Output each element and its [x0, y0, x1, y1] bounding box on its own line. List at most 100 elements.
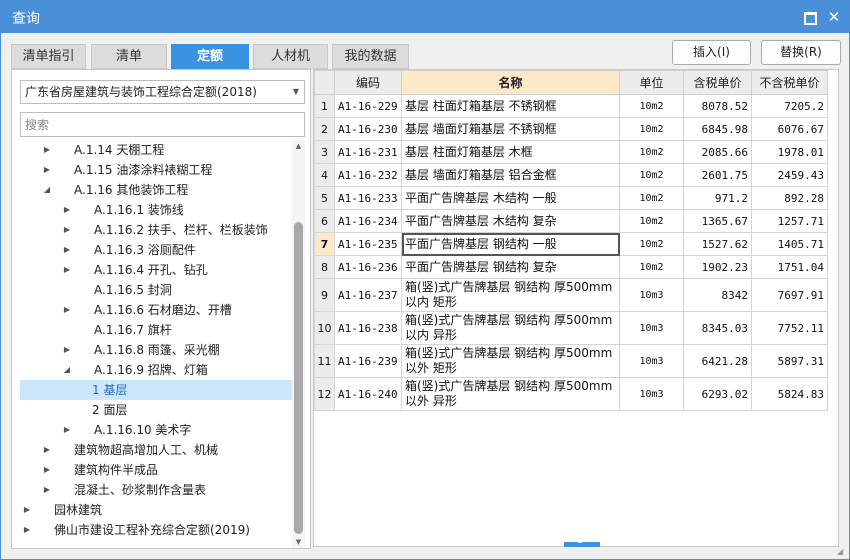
cell-notax-price[interactable]: 6076.67 — [751, 117, 828, 141]
collapsed-icon[interactable]: ▶ — [42, 480, 52, 500]
cell-name[interactable]: 平面广告牌基层 钢结构 复杂 — [401, 255, 620, 279]
tree-node[interactable]: ▶ A.1.15 油漆涂料裱糊工程 — [20, 160, 292, 180]
cell-tax-price[interactable]: 2601.75 — [683, 163, 752, 187]
tree-node[interactable]: ▶ A.1.14 天棚工程 — [20, 140, 292, 160]
tree-node[interactable]: ▶ 建筑构件半成品 — [20, 460, 292, 480]
replace-button[interactable]: 替换(R) — [761, 40, 841, 65]
cell-notax-price[interactable]: 5897.31 — [751, 344, 828, 378]
quota-library-select[interactable]: 广东省房屋建筑与装饰工程综合定额(2018) ▼ — [20, 80, 305, 104]
cell-name[interactable]: 基层 墙面灯箱基层 铝合金框 — [401, 163, 620, 187]
tab-bill-guide[interactable]: 清单指引 — [11, 44, 86, 69]
cell-unit[interactable]: 10m2 — [619, 94, 684, 118]
cell-unit[interactable]: 10m3 — [619, 344, 684, 378]
collapsed-icon[interactable]: ▶ — [62, 240, 72, 260]
collapsed-icon[interactable]: ▶ — [62, 220, 72, 240]
cell-notax-price[interactable]: 7697.91 — [751, 278, 828, 312]
table-row[interactable]: 2 A1-16-230 基层 墙面灯箱基层 不锈钢框 10m2 6845.98 6076.… — [314, 117, 828, 141]
tree-node[interactable]: ▶ 佛山市建设工程补充综合定额(2019) — [20, 520, 292, 540]
resize-grip-icon[interactable]: ◢ — [837, 547, 847, 557]
table-row[interactable]: 8 A1-16-236 平面广告牌基层 钢结构 复杂 10m2 1902.23 1751.… — [314, 255, 828, 279]
cell-notax-price[interactable]: 892.28 — [751, 186, 828, 210]
col-header-code[interactable]: 编码 — [334, 70, 402, 95]
cell-name[interactable]: 箱(竖)式广告牌基层 钢结构 厚500mm以内 异形 — [401, 311, 620, 345]
cell-unit[interactable]: 10m2 — [619, 186, 684, 210]
splitter-handle[interactable] — [564, 537, 600, 547]
collapsed-icon[interactable]: ▶ — [22, 500, 32, 520]
table-row[interactable]: 6 A1-16-234 平面广告牌基层 木结构 复杂 10m2 1365.67 1257.… — [314, 209, 828, 233]
cell-name[interactable]: 基层 柱面灯箱基层 木框 — [401, 140, 620, 164]
tab-quota[interactable]: 定额 — [171, 44, 249, 69]
cell-code[interactable]: A1-16-237 — [334, 278, 402, 312]
tree-node[interactable]: ▶ 建筑物超高增加人工、机械 — [20, 440, 292, 460]
cell-tax-price[interactable]: 8345.03 — [683, 311, 752, 345]
collapsed-icon[interactable]: ▶ — [62, 300, 72, 320]
table-row[interactable]: 4 A1-16-232 基层 墙面灯箱基层 铝合金框 10m2 2601.75 2459.… — [314, 163, 828, 187]
cell-tax-price[interactable]: 1902.23 — [683, 255, 752, 279]
collapsed-icon[interactable]: ▶ — [62, 420, 72, 440]
cell-name[interactable]: 平面广告牌基层 钢结构 一般 — [401, 232, 620, 256]
cell-unit[interactable]: 10m3 — [619, 278, 684, 312]
cell-name[interactable]: 平面广告牌基层 木结构 一般 — [401, 186, 620, 210]
tree-node[interactable]: ▶ A.1.16.1 装饰线 — [20, 200, 292, 220]
tree-node[interactable]: ▶ A.1.16.2 扶手、栏杆、栏板装饰 — [20, 220, 292, 240]
cell-tax-price[interactable]: 2085.66 — [683, 140, 752, 164]
col-header-tax-price[interactable]: 含税单价 — [683, 70, 752, 95]
cell-tax-price[interactable]: 8078.52 — [683, 94, 752, 118]
cell-notax-price[interactable]: 1751.04 — [751, 255, 828, 279]
table-row[interactable]: 5 A1-16-233 平面广告牌基层 木结构 一般 10m2 971.2 892.28 — [314, 186, 828, 210]
collapsed-icon[interactable]: ▶ — [42, 140, 52, 160]
row-index[interactable]: 9 — [314, 278, 335, 312]
collapsed-icon[interactable]: ▶ — [22, 520, 32, 540]
col-header-notax-price[interactable]: 不含税单价 — [751, 70, 828, 95]
table-row[interactable]: 12 A1-16-240 箱(竖)式广告牌基层 钢结构 厚500mm以外 异形 10m… — [314, 377, 828, 411]
cell-notax-price[interactable]: 1978.01 — [751, 140, 828, 164]
tree-node[interactable]: A.1.16.5 封洞 — [20, 280, 292, 300]
cell-tax-price[interactable]: 1527.62 — [683, 232, 752, 256]
chevron-down-icon[interactable]: ▼ — [293, 81, 299, 103]
cell-code[interactable]: A1-16-240 — [334, 377, 402, 411]
row-index[interactable]: 10 — [314, 311, 335, 345]
cell-code[interactable]: A1-16-231 — [334, 140, 402, 164]
collapsed-icon[interactable]: ▶ — [62, 340, 72, 360]
maximize-icon[interactable] — [801, 9, 817, 25]
tab-bill[interactable]: 清单 — [91, 44, 167, 69]
cell-name[interactable]: 箱(竖)式广告牌基层 钢结构 厚500mm以外 异形 — [401, 377, 620, 411]
cell-code[interactable]: A1-16-234 — [334, 209, 402, 233]
cell-unit[interactable]: 10m2 — [619, 232, 684, 256]
row-index[interactable]: 4 — [314, 163, 335, 187]
cell-code[interactable]: A1-16-230 — [334, 117, 402, 141]
cell-tax-price[interactable]: 971.2 — [683, 186, 752, 210]
row-index[interactable]: 11 — [314, 344, 335, 378]
tree-node[interactable]: ◢ A.1.16.9 招牌、灯箱 — [20, 360, 292, 380]
tree-node[interactable]: ▶ A.1.16.4 开孔、钻孔 — [20, 260, 292, 280]
cell-code[interactable]: A1-16-236 — [334, 255, 402, 279]
scroll-thumb[interactable] — [294, 222, 303, 534]
cell-name[interactable]: 箱(竖)式广告牌基层 钢结构 厚500mm以内 矩形 — [401, 278, 620, 312]
title-bar[interactable]: 查询 ✕ — [1, 1, 849, 33]
col-header-name[interactable]: 名称 — [401, 70, 620, 95]
insert-button[interactable]: 插入(I) — [672, 40, 751, 65]
row-index[interactable]: 5 — [314, 186, 335, 210]
cell-code[interactable]: A1-16-239 — [334, 344, 402, 378]
collapsed-icon[interactable]: ▶ — [42, 440, 52, 460]
collapsed-icon[interactable]: ▶ — [62, 260, 72, 280]
tree-node[interactable]: ▶ A.1.16.10 美术字 — [20, 420, 292, 440]
cell-tax-price[interactable]: 6845.98 — [683, 117, 752, 141]
cell-name[interactable]: 基层 墙面灯箱基层 不锈钢框 — [401, 117, 620, 141]
col-header-unit[interactable]: 单位 — [619, 70, 684, 95]
collapsed-icon[interactable]: ▶ — [42, 160, 52, 180]
cell-tax-price[interactable]: 6293.02 — [683, 377, 752, 411]
scroll-down-icon[interactable]: ▼ — [292, 536, 305, 548]
close-icon[interactable]: ✕ — [826, 9, 842, 25]
tree-node[interactable]: A.1.16.7 旗杆 — [20, 320, 292, 340]
cell-unit[interactable]: 10m2 — [619, 117, 684, 141]
row-index[interactable]: 3 — [314, 140, 335, 164]
tree-node[interactable]: ▶ A.1.16.6 石材磨边、开槽 — [20, 300, 292, 320]
scroll-up-icon[interactable]: ▲ — [292, 140, 305, 152]
tree-node[interactable]: ▶ 园林建筑 — [20, 500, 292, 520]
cell-code[interactable]: A1-16-229 — [334, 94, 402, 118]
table-row[interactable]: 1 A1-16-229 基层 柱面灯箱基层 不锈钢框 10m2 8078.52 7205.… — [314, 94, 828, 118]
tree-node[interactable]: ▶ A.1.16.8 雨篷、采光棚 — [20, 340, 292, 360]
row-index[interactable]: 8 — [314, 255, 335, 279]
tree-node[interactable]: ◢ A.1.16 其他装饰工程 — [20, 180, 292, 200]
